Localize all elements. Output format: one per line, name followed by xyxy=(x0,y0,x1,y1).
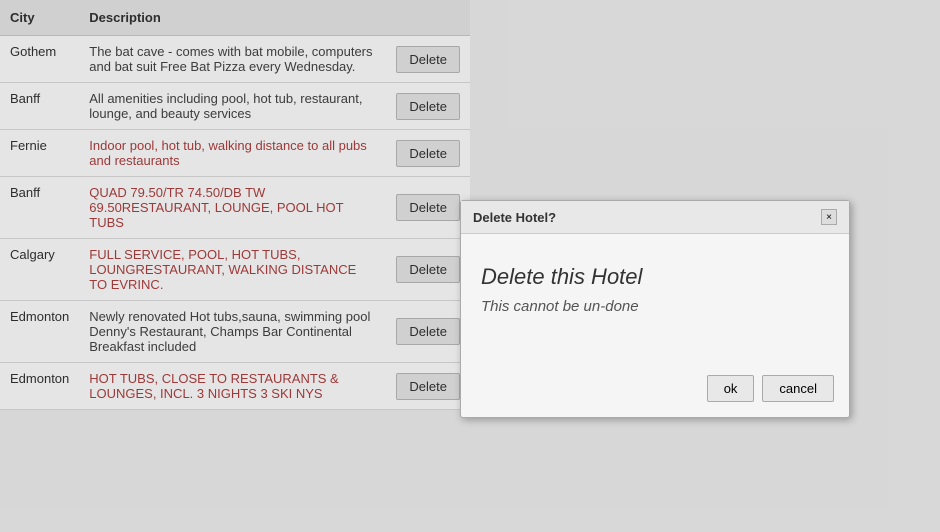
modal-close-button[interactable]: × xyxy=(821,209,837,225)
modal-sub-text: This cannot be un-done xyxy=(481,298,829,315)
modal-header: Delete Hotel? × xyxy=(461,201,849,234)
modal-title: Delete Hotel? xyxy=(473,210,556,225)
modal-footer: ok cancel xyxy=(461,365,849,417)
modal-main-text: Delete this Hotel xyxy=(481,264,829,290)
delete-hotel-modal: Delete Hotel? × Delete this Hotel This c… xyxy=(460,200,850,418)
modal-body: Delete this Hotel This cannot be un-done xyxy=(461,234,849,365)
modal-ok-button[interactable]: ok xyxy=(707,375,755,402)
modal-cancel-button[interactable]: cancel xyxy=(762,375,834,402)
